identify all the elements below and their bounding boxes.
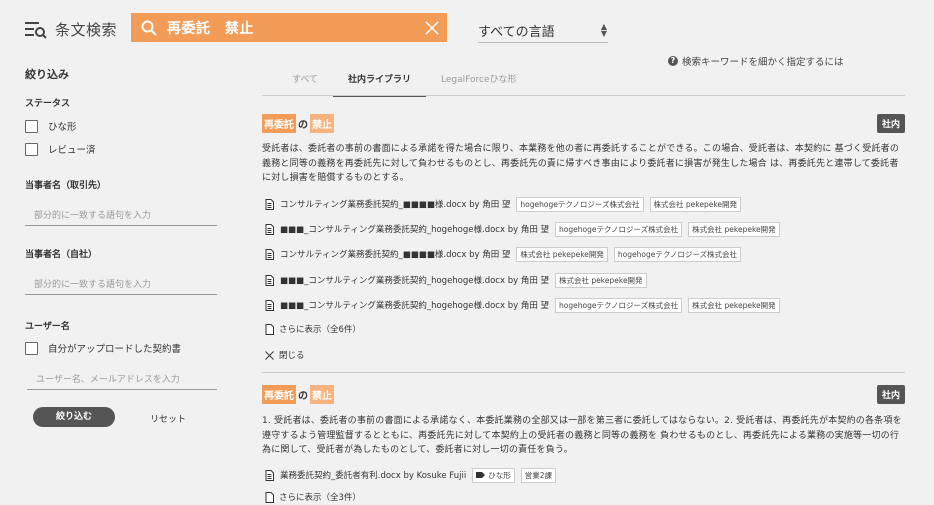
my-uploads-option[interactable]: 自分がアップロードした契約書 xyxy=(25,341,217,355)
show-more-label: さらに表示（全6件） xyxy=(279,325,361,335)
document-icon xyxy=(265,274,274,286)
search-icon xyxy=(141,20,157,36)
apply-filter-button[interactable]: 絞り込む xyxy=(33,407,115,427)
document-name[interactable]: コンサルティング業務委託契約_■■■■様.docx by 角田 望 xyxy=(280,248,510,260)
result-title[interactable]: 再委託 の 禁止 xyxy=(262,385,905,404)
party-other-input[interactable]: 部分的に一致する語句を入力 xyxy=(25,208,217,226)
party-tag: hogehogeテクノロジーズ株式会社 xyxy=(516,196,644,212)
document-icon xyxy=(265,299,274,311)
document-row[interactable]: コンサルティング業務委託契約_■■■■様.docx by 角田 望 株式会社 p… xyxy=(265,246,742,262)
checkbox[interactable] xyxy=(25,119,38,133)
clear-icon[interactable] xyxy=(425,20,439,35)
status-option-template[interactable]: ひな形 xyxy=(25,119,217,133)
status-label: ステータス xyxy=(25,99,71,109)
keyword-highlight: 再委託 xyxy=(262,114,296,133)
tag-icon xyxy=(476,472,486,478)
page-icon xyxy=(265,491,274,503)
document-row[interactable]: ■■■_コンサルティング業務委託契約_hogehoge様.docx by 角田 … xyxy=(265,297,780,313)
title-connector: の xyxy=(298,391,308,402)
tab-internal-library[interactable]: 社内ライブラリ xyxy=(333,72,427,97)
filter-sidebar: 絞り込み ステータス ひな形 レビュー済 当事者名（取引先） 部分的に一致する語… xyxy=(25,66,217,390)
checkbox[interactable] xyxy=(25,142,38,156)
clause-search-icon xyxy=(25,21,47,39)
party-tag: 株式会社 pekepeke開発 xyxy=(555,272,647,288)
result-card: 再委託 の 禁止 社内 受託者は、委託者の事前の書面による承諾を得た場合に限り、… xyxy=(262,114,905,369)
tag-label: ひな形 xyxy=(488,470,511,480)
document-icon xyxy=(265,469,274,481)
clause-text: 受託者は、委託者の事前の書面による承諾を得た場合に限り、本業務を他の者に再委託す… xyxy=(262,144,900,183)
party-tag: hogehogeテクノロジーズ株式会社 xyxy=(555,297,683,313)
document-icon xyxy=(265,198,274,210)
search-input[interactable]: 再委託 禁止 xyxy=(167,18,425,38)
close-link[interactable]: 閉じる xyxy=(265,349,305,361)
help-text: 検索キーワードを細かく指定するには xyxy=(682,57,844,68)
party-tag: 株式会社 pekepeke開発 xyxy=(649,196,742,212)
user-input[interactable]: ユーザー名、メールアドレスを入力 xyxy=(27,372,217,390)
page-title: 条文検索 xyxy=(55,21,118,39)
document-row[interactable]: 業務委託契約_委託者有利.docx by Kosuke Fujii ひな形 営業… xyxy=(265,467,556,483)
party-tag: 株式会社 pekepeke開発 xyxy=(516,246,608,262)
tab-legalforce-templates[interactable]: LegalForceひな形 xyxy=(426,72,531,97)
title-connector: の xyxy=(298,120,308,131)
internal-badge: 社内 xyxy=(876,114,905,133)
filter-heading: 絞り込み xyxy=(25,68,69,81)
party-tag: hogehogeテクノロジーズ株式会社 xyxy=(613,246,742,262)
document-row[interactable]: コンサルティング業務委託契約_■■■■様.docx by 角田 望 hogeho… xyxy=(265,196,742,212)
keyword-highlight: 禁止 xyxy=(310,114,334,133)
close-icon xyxy=(265,350,274,360)
show-more-label: さらに表示（全3件） xyxy=(279,493,361,503)
tabs-divider xyxy=(262,95,905,96)
party-tag: hogehogeテクノロジーズ株式会社 xyxy=(555,221,683,237)
show-more-link[interactable]: さらに表示（全3件） xyxy=(265,491,361,503)
reset-button[interactable]: リセット xyxy=(150,412,186,425)
document-name[interactable]: コンサルティング業務委託契約_■■■■様.docx by 角田 望 xyxy=(280,198,510,210)
document-name[interactable]: 業務委託契約_委託者有利.docx by Kosuke Fujii xyxy=(280,469,466,481)
document-name[interactable]: ■■■_コンサルティング業務委託契約_hogehoge様.docx by 角田 … xyxy=(280,274,549,286)
status-option-reviewed[interactable]: レビュー済 xyxy=(25,142,217,156)
document-name[interactable]: ■■■_コンサルティング業務委託契約_hogehoge様.docx by 角田 … xyxy=(280,223,549,235)
document-name[interactable]: ■■■_コンサルティング業務委託契約_hogehoge様.docx by 角田 … xyxy=(280,299,549,311)
search-help-link[interactable]: ? 検索キーワードを細かく指定するには xyxy=(668,54,844,68)
checkbox-label: ひな形 xyxy=(48,122,77,133)
user-label: ユーザー名 xyxy=(25,322,70,332)
party-self-label: 当事者名（自社） xyxy=(25,250,98,260)
checkbox[interactable] xyxy=(25,341,38,355)
document-icon xyxy=(265,248,274,260)
app-root: 条文検索 再委託 禁止 すべての言語 ▲ ▼ ? 検索キーワードを細かく指定するに… xyxy=(0,0,934,505)
keyword-highlight: 禁止 xyxy=(310,385,334,404)
checkbox-label: 自分がアップロードした契約書 xyxy=(48,344,182,355)
clause-text: 1. 受託者は、委託者の事前の書面による承諾なく、本委託業務の全部又は一部を第三… xyxy=(262,416,902,455)
internal-badge: 社内 xyxy=(876,385,905,404)
close-label: 閉じる xyxy=(279,351,305,361)
show-more-link[interactable]: さらに表示（全6件） xyxy=(265,323,361,335)
page-icon xyxy=(265,323,274,335)
result-title[interactable]: 再委託 の 禁止 xyxy=(262,114,905,133)
library-tabs: すべて 社内ライブラリ LegalForceひな形 xyxy=(277,72,532,97)
language-value: すべての言語 xyxy=(478,24,555,40)
party-tag: 株式会社 pekepeke開発 xyxy=(688,297,780,313)
sort-caret-icon: ▲ ▼ xyxy=(600,22,608,38)
document-row[interactable]: ■■■_コンサルティング業務委託契約_hogehoge様.docx by 角田 … xyxy=(265,272,647,288)
result-card: 再委託 の 禁止 社内 1. 受託者は、委託者の事前の書面による承諾なく、本委託… xyxy=(262,385,905,505)
party-tag: 株式会社 pekepeke開発 xyxy=(688,221,780,237)
app-logo[interactable]: 条文検索 xyxy=(25,19,117,40)
party-self-input[interactable]: 部分的に一致する語句を入力 xyxy=(25,277,217,295)
checkbox-label: レビュー済 xyxy=(48,145,96,156)
search-bar[interactable]: 再委託 禁止 xyxy=(131,13,447,42)
keyword-highlight: 再委託 xyxy=(262,385,296,404)
language-select[interactable]: すべての言語 ▲ ▼ xyxy=(478,18,608,43)
department-tag: 営業2課 xyxy=(520,467,556,483)
party-other-label: 当事者名（取引先） xyxy=(25,181,107,191)
document-icon xyxy=(265,223,274,235)
tab-all[interactable]: すべて xyxy=(277,72,333,97)
document-row[interactable]: ■■■_コンサルティング業務委託契約_hogehoge様.docx by 角田 … xyxy=(265,221,780,237)
result-divider xyxy=(262,372,905,373)
template-tag: ひな形 xyxy=(472,467,515,483)
question-icon: ? xyxy=(668,56,678,66)
